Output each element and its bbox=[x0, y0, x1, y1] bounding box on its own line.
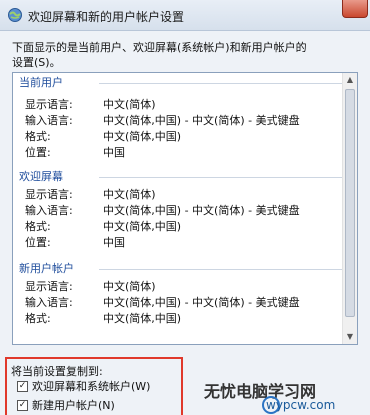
group-welcome-screen: 欢迎屏幕 显示语言: 中文(简体) 输入语言: 中文(简体,中国) - 中文(简体)… bbox=[19, 169, 347, 251]
setting-row: 显示语言: 中文(简体) bbox=[19, 187, 347, 203]
settings-list[interactable]: 当前用户 显示语言: 中文(简体) 输入语言: 中文(简体,中国) - 中文(简体)… bbox=[12, 72, 358, 345]
close-button[interactable] bbox=[342, 0, 368, 18]
setting-row: 显示语言: 中文(简体) bbox=[19, 279, 347, 295]
setting-value: 中文(简体,中国) - 中文(简体) - 美式键盘 bbox=[103, 296, 300, 309]
setting-row: 显示语言: 中文(简体) bbox=[19, 97, 347, 113]
setting-value: 中文(简体) bbox=[103, 98, 156, 111]
vertical-scrollbar[interactable]: ▲ ▼ bbox=[342, 73, 357, 344]
copy-to-welcome-screen-checkbox[interactable]: ✓ 欢迎屏幕和系统帐户(W) bbox=[17, 380, 150, 394]
setting-row: 格式: 中文(简体,中国) bbox=[19, 311, 347, 327]
setting-label: 输入语言: bbox=[25, 204, 73, 217]
group-current-user: 当前用户 显示语言: 中文(简体) 输入语言: 中文(简体,中国) - 中文(简体)… bbox=[19, 75, 347, 161]
group-new-user-account: 新用户帐户 显示语言: 中文(简体) 输入语言: 中文(简体,中国) - 中文(简体… bbox=[19, 261, 347, 327]
setting-row: 输入语言: 中文(简体,中国) - 中文(简体) - 美式键盘 bbox=[19, 113, 347, 129]
intro-line-2: 设置(S)。 bbox=[12, 56, 61, 69]
setting-value: 中文(简体) bbox=[103, 280, 156, 293]
watermark-url: wypcw.com bbox=[266, 398, 336, 412]
checkbox-checked-icon[interactable]: ✓ bbox=[17, 380, 28, 392]
checkbox-checked-icon[interactable]: ✓ bbox=[17, 399, 28, 411]
scroll-thumb[interactable] bbox=[345, 89, 355, 317]
scroll-up-arrow-icon[interactable]: ▲ bbox=[343, 73, 357, 87]
window-title: 欢迎屏幕和新的用户帐户设置 bbox=[28, 10, 185, 24]
setting-label: 显示语言: bbox=[25, 188, 73, 201]
setting-label: 格式: bbox=[25, 130, 51, 143]
setting-row: 位置: 中国 bbox=[19, 145, 347, 161]
scroll-down-arrow-icon[interactable]: ▼ bbox=[343, 330, 357, 344]
copy-settings-title: 将当前设置复制到: bbox=[11, 365, 103, 378]
setting-label: 输入语言: bbox=[25, 114, 73, 127]
intro-line-1: 下面显示的是当前用户、欢迎屏幕(系统帐户)和新用户帐户的 bbox=[12, 41, 307, 54]
title-bar: 欢迎屏幕和新的用户帐户设置 bbox=[0, 0, 370, 31]
setting-value: 中文(简体,中国) bbox=[103, 220, 182, 233]
setting-row: 格式: 中文(简体,中国) bbox=[19, 129, 347, 145]
checkbox-label: 新建用户帐户(N) bbox=[32, 399, 115, 412]
setting-value: 中文(简体,中国) bbox=[103, 312, 182, 325]
setting-value: 中文(简体,中国) - 中文(简体) - 美式键盘 bbox=[103, 204, 300, 217]
setting-value: 中国 bbox=[103, 146, 125, 159]
settings-globe-icon bbox=[8, 8, 22, 22]
setting-value: 中文(简体,中国) - 中文(简体) - 美式键盘 bbox=[103, 114, 300, 127]
setting-value: 中文(简体,中国) bbox=[103, 130, 182, 143]
intro-text: 下面显示的是当前用户、欢迎屏幕(系统帐户)和新用户帐户的 设置(S)。 bbox=[12, 40, 362, 70]
setting-label: 显示语言: bbox=[25, 98, 73, 111]
checkbox-label: 欢迎屏幕和系统帐户(W) bbox=[32, 380, 151, 393]
group-divider bbox=[99, 83, 347, 84]
setting-label: 位置: bbox=[25, 146, 51, 159]
setting-value: 中文(简体) bbox=[103, 188, 156, 201]
setting-label: 显示语言: bbox=[25, 280, 73, 293]
setting-row: 输入语言: 中文(简体,中国) - 中文(简体) - 美式键盘 bbox=[19, 295, 347, 311]
setting-row: 输入语言: 中文(简体,中国) - 中文(简体) - 美式键盘 bbox=[19, 203, 347, 219]
setting-label: 格式: bbox=[25, 312, 51, 325]
setting-label: 输入语言: bbox=[25, 296, 73, 309]
copy-to-new-user-checkbox[interactable]: ✓ 新建用户帐户(N) bbox=[17, 399, 115, 413]
setting-value: 中国 bbox=[103, 236, 125, 249]
setting-row: 格式: 中文(简体,中国) bbox=[19, 219, 347, 235]
group-divider bbox=[99, 269, 347, 270]
setting-row: 位置: 中国 bbox=[19, 235, 347, 251]
setting-label: 格式: bbox=[25, 220, 51, 233]
group-divider bbox=[99, 177, 347, 178]
setting-label: 位置: bbox=[25, 236, 51, 249]
